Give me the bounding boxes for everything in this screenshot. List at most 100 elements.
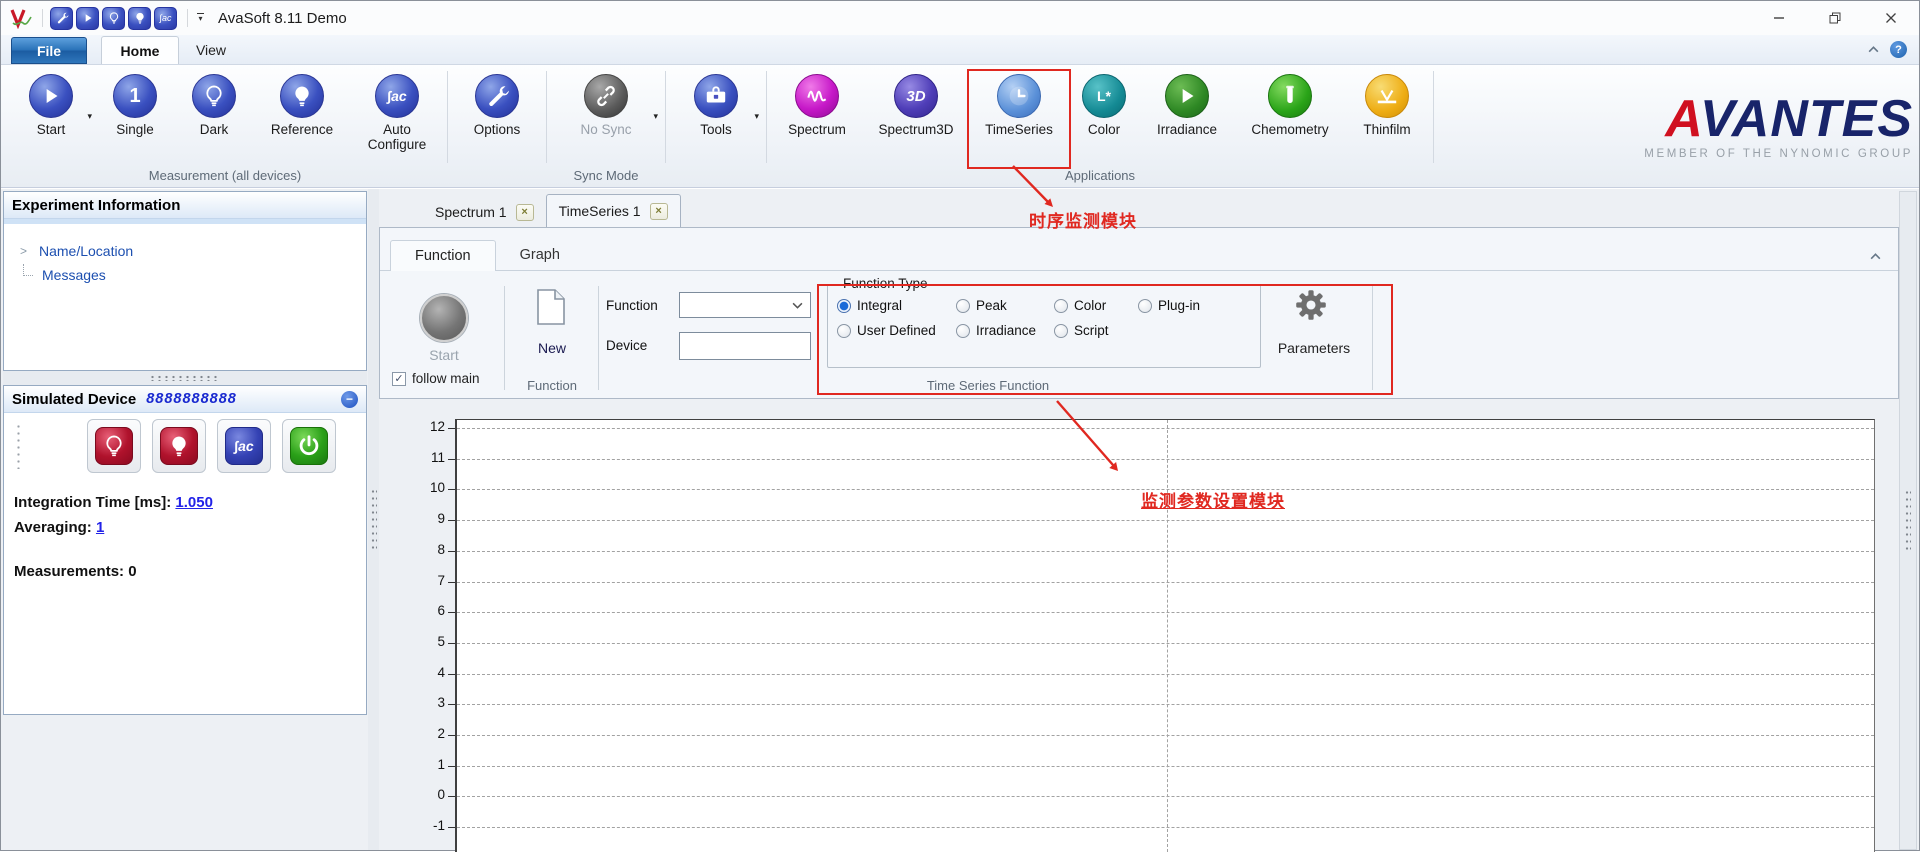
integration-time-value-link[interactable]: 1.050 bbox=[175, 494, 213, 511]
axis-tick bbox=[448, 612, 455, 613]
ribbon-button-reference[interactable]: Reference bbox=[253, 67, 351, 169]
axis-tick bbox=[448, 827, 455, 828]
function-type-legend: Function Type bbox=[838, 276, 933, 291]
jac-icon: ∫ac bbox=[375, 74, 419, 118]
ribbon-button-thinfilm[interactable]: Thinfilm bbox=[1345, 67, 1429, 169]
device-input[interactable] bbox=[679, 332, 811, 360]
dropdown-caret-icon[interactable]: ▾ bbox=[87, 111, 92, 122]
chevron-down-icon bbox=[792, 302, 803, 309]
radio-integral[interactable]: Integral bbox=[837, 298, 956, 313]
tab-view[interactable]: View bbox=[179, 36, 243, 64]
gear-icon[interactable] bbox=[1292, 286, 1330, 324]
quick-access-customize-caret-icon[interactable]: ▾ bbox=[197, 13, 204, 23]
timeseries-start-button[interactable] bbox=[420, 294, 468, 342]
tree-item-name-location[interactable]: > Name/Location bbox=[20, 239, 366, 263]
horizontal-splitter[interactable] bbox=[3, 371, 367, 385]
simulated-device-panel: Simulated Device 8888888888 − ∫ac Integr… bbox=[3, 385, 367, 715]
group-caption-applications: Applications bbox=[771, 168, 1429, 183]
ribbon-button-no-sync[interactable]: No Sync ▾ bbox=[551, 67, 661, 169]
averaging-value-link[interactable]: 1 bbox=[96, 519, 104, 536]
quick-autoconfigure-jac-icon[interactable]: ∫ac bbox=[154, 7, 177, 30]
ribbon-button-color[interactable]: L* Color bbox=[1069, 67, 1139, 169]
checkbox-checked-icon[interactable]: ✓ bbox=[392, 372, 406, 386]
radio-peak[interactable]: Peak bbox=[956, 298, 1054, 313]
ribbon-button-chemometry[interactable]: Chemometry bbox=[1235, 67, 1345, 169]
ribbon-button-timeseries[interactable]: TimeSeries bbox=[969, 67, 1069, 169]
ribbon-button-irradiance[interactable]: Irradiance bbox=[1139, 67, 1235, 169]
toolbar-drag-grip[interactable] bbox=[16, 423, 21, 469]
doc-tab-timeseries1[interactable]: TimeSeries 1 × bbox=[546, 194, 681, 227]
close-tab-icon[interactable]: × bbox=[516, 204, 534, 221]
avantes-logo: AVANTES MEMBER OF THE NYNOMIC GROUP bbox=[1644, 65, 1919, 187]
y-axis-label: 8 bbox=[437, 542, 445, 557]
tab-function[interactable]: Function bbox=[390, 240, 496, 271]
close-button[interactable] bbox=[1863, 1, 1919, 35]
radio-user-defined[interactable]: User Defined bbox=[837, 323, 956, 338]
y-axis-label: 12 bbox=[430, 419, 445, 434]
device-stats: Integration Time [ms]: 1.050 Averaging: … bbox=[4, 473, 366, 582]
tab-file[interactable]: File bbox=[11, 37, 87, 64]
close-tab-icon[interactable]: × bbox=[650, 203, 668, 220]
collapse-panel-icon[interactable] bbox=[1869, 248, 1882, 266]
experiment-information-panel: Experiment Information > Name/Location M… bbox=[3, 191, 367, 371]
axis-tick bbox=[448, 704, 455, 705]
ribbon-button-tools[interactable]: Tools ▾ bbox=[670, 67, 762, 169]
separator bbox=[766, 71, 767, 163]
radio-script[interactable]: Script bbox=[1054, 323, 1138, 338]
y-axis-label: 4 bbox=[437, 664, 445, 679]
ribbon-button-dark[interactable]: Dark bbox=[175, 67, 253, 169]
new-document-icon[interactable] bbox=[534, 288, 568, 328]
y-axis-label: 5 bbox=[437, 634, 445, 649]
doc-tab-spectrum1[interactable]: Spectrum 1 × bbox=[423, 197, 546, 227]
tree-item-messages[interactable]: Messages bbox=[20, 263, 366, 287]
integration-time-label: Integration Time [ms]: bbox=[14, 494, 171, 511]
tab-home[interactable]: Home bbox=[101, 36, 179, 64]
radio-plug-in[interactable]: Plug-in bbox=[1138, 298, 1258, 313]
follow-main-checkbox-row[interactable]: ✓ follow main bbox=[392, 371, 480, 386]
axis-tick bbox=[448, 643, 455, 644]
play-icon bbox=[29, 74, 73, 118]
gridline bbox=[457, 643, 1874, 644]
tab-graph[interactable]: Graph bbox=[496, 240, 584, 270]
dropdown-caret-icon[interactable]: ▾ bbox=[653, 111, 658, 122]
tree-expander-icon[interactable]: > bbox=[20, 244, 30, 258]
parameters-button-label[interactable]: Parameters bbox=[1264, 340, 1364, 356]
gridline bbox=[457, 551, 1874, 552]
device-autoconfigure-button[interactable]: ∫ac bbox=[217, 419, 271, 473]
collapse-ribbon-icon[interactable] bbox=[1867, 41, 1880, 59]
minimize-button[interactable] bbox=[1751, 1, 1807, 35]
device-reference-button[interactable] bbox=[152, 419, 206, 473]
quick-dark-bulb-icon[interactable] bbox=[102, 7, 125, 30]
vertical-splitter[interactable] bbox=[368, 189, 379, 850]
right-splitter[interactable] bbox=[1899, 191, 1917, 850]
new-button-label[interactable]: New bbox=[508, 340, 596, 356]
quick-options-wrench-icon[interactable] bbox=[50, 7, 73, 30]
separator bbox=[598, 286, 599, 390]
ribbon-button-auto-configure[interactable]: ∫ac Auto Configure bbox=[351, 67, 443, 169]
function-combobox[interactable] bbox=[679, 292, 811, 318]
help-icon[interactable]: ? bbox=[1890, 41, 1907, 58]
ribbon-button-options[interactable]: Options bbox=[452, 67, 542, 169]
restore-button[interactable] bbox=[1807, 1, 1863, 35]
spectrum-wave-icon bbox=[795, 74, 839, 118]
device-toolbar: ∫ac bbox=[4, 413, 366, 473]
quick-reference-bulb-icon[interactable] bbox=[128, 7, 151, 30]
y-axis-label: 10 bbox=[430, 480, 445, 495]
ribbon-button-spectrum[interactable]: Spectrum bbox=[771, 67, 863, 169]
device-dark-button[interactable] bbox=[87, 419, 141, 473]
ribbon-button-single[interactable]: 1 Single bbox=[95, 67, 175, 169]
device-power-button[interactable] bbox=[282, 419, 336, 473]
gridline bbox=[457, 582, 1874, 583]
quick-start-play-icon[interactable] bbox=[76, 7, 99, 30]
dropdown-caret-icon[interactable]: ▾ bbox=[754, 111, 759, 122]
radio-color[interactable]: Color bbox=[1054, 298, 1138, 313]
radio-irradiance[interactable]: Irradiance bbox=[956, 323, 1054, 338]
radio-icon bbox=[956, 324, 970, 338]
ribbon-button-spectrum3d[interactable]: 3D Spectrum3D bbox=[863, 67, 969, 169]
ribbon-button-start[interactable]: Start ▾ bbox=[7, 67, 95, 169]
y-axis-label: 6 bbox=[437, 603, 445, 618]
ribbon: Start ▾ 1 Single Dark Reference ∫ac Auto… bbox=[1, 65, 1919, 188]
collapse-panel-button[interactable]: − bbox=[341, 391, 358, 408]
device-field-label: Device bbox=[606, 338, 647, 353]
chart-plot bbox=[455, 419, 1875, 852]
